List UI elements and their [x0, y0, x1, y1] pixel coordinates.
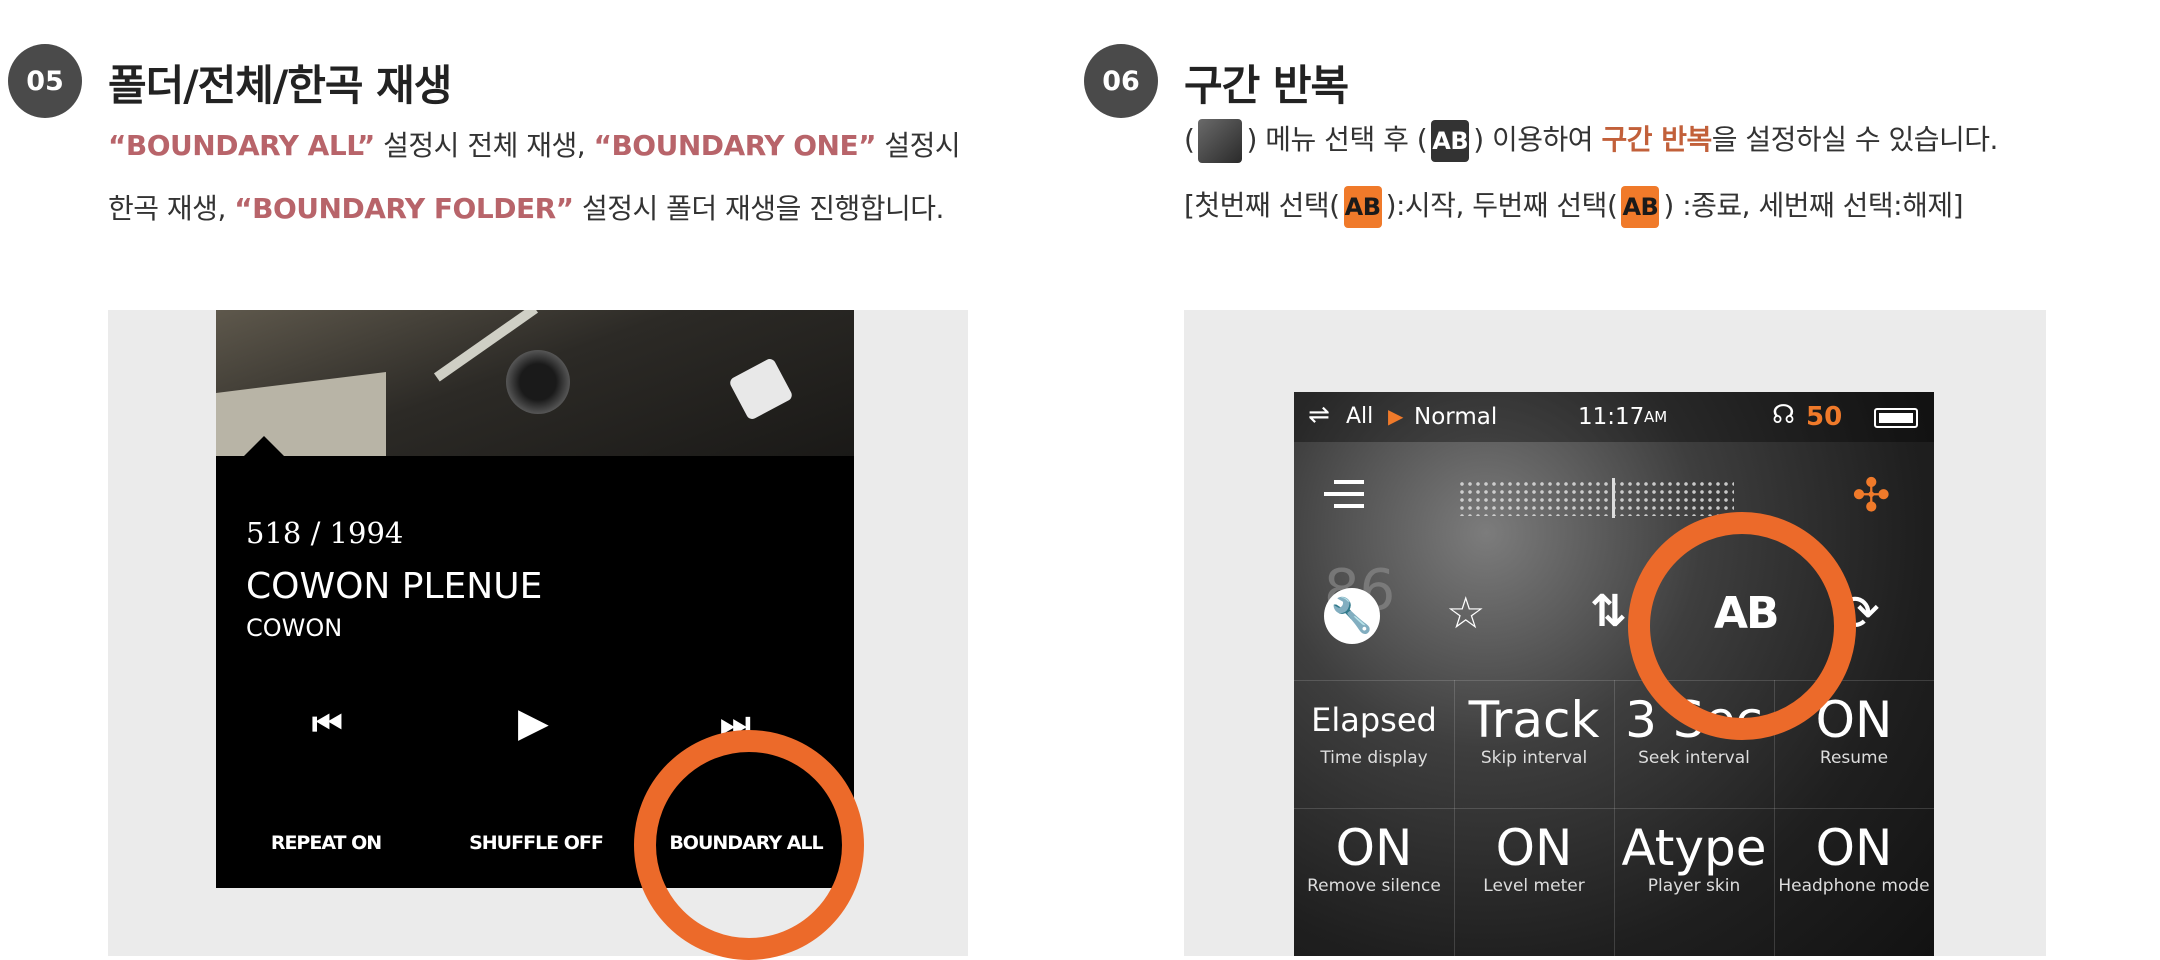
- setting-label: Remove silence: [1307, 876, 1441, 896]
- setting-value: ON: [1815, 819, 1893, 877]
- setting-headphone-mode[interactable]: ON Headphone mode: [1774, 820, 1934, 896]
- boundary-all-label: “BOUNDARY ALL”: [108, 129, 375, 162]
- favorite-star-icon[interactable]: ☆: [1446, 588, 1485, 639]
- headphone-icon: ☊: [1772, 400, 1796, 430]
- setting-remove-silence[interactable]: ON Remove silence: [1294, 820, 1454, 896]
- setting-label: Level meter: [1483, 876, 1585, 896]
- clock-ampm: AM: [1644, 408, 1668, 426]
- setting-value: Elapsed: [1311, 701, 1437, 739]
- level-meter-dots: [1458, 480, 1734, 516]
- settings-wrench-icon[interactable]: 🔧: [1324, 588, 1380, 644]
- menu-icon: [1198, 119, 1243, 163]
- section-05-desc-line1: “BOUNDARY ALL” 설정시 전체 재생, “BOUNDARY ONE”…: [108, 129, 961, 162]
- setting-value: ON: [1335, 819, 1413, 877]
- setting-label: Headphone mode: [1778, 876, 1930, 896]
- repeat-mode-icon: ⇌: [1308, 400, 1330, 430]
- equalizer-icon[interactable]: ⇅: [1590, 586, 1627, 637]
- setting-value: Atype: [1621, 819, 1767, 877]
- section-05-title: 폴더/전체/한곡 재생: [108, 61, 452, 110]
- clock-time: 11:17: [1578, 404, 1645, 430]
- setting-value: ON: [1495, 819, 1573, 877]
- section-repeat-label: 구간 반복: [1601, 123, 1712, 156]
- ab-repeat-highlight-circle: [1628, 512, 1856, 740]
- list-menu-icon[interactable]: [1324, 476, 1368, 516]
- repeat-mode-text: All: [1346, 404, 1374, 429]
- volume-level: 50: [1806, 402, 1843, 432]
- step-06-badge: 06: [1084, 44, 1158, 118]
- setting-label: Time display: [1320, 748, 1428, 768]
- photo-knob: [506, 350, 570, 414]
- boundary-folder-label: “BOUNDARY FOLDER”: [234, 192, 574, 225]
- setting-level-meter[interactable]: ON Level meter: [1454, 820, 1614, 896]
- section-06-title: 구간 반복: [1184, 61, 1349, 110]
- level-meter-divider: [1612, 478, 1615, 518]
- ab-end-icon: AB: [1621, 186, 1660, 228]
- album-photo: [216, 310, 854, 456]
- play-state-icon: ▶: [1388, 404, 1404, 428]
- setting-label: Resume: [1819, 748, 1889, 768]
- boundary-one-label: “BOUNDARY ONE”: [593, 129, 877, 162]
- step-05-badge: 05: [8, 44, 82, 118]
- play-mode-text: Normal: [1414, 404, 1498, 430]
- boundary-highlight-circle: [634, 730, 864, 960]
- setting-player-skin[interactable]: Atype Player skin: [1614, 820, 1774, 896]
- setting-label: Skip interval: [1480, 748, 1588, 768]
- ab-repeat-icon: AB: [1431, 120, 1470, 162]
- setting-label: Seek interval: [1638, 748, 1750, 768]
- menu-star-icon[interactable]: ✣: [1852, 468, 1891, 522]
- section-06-desc-line2: [첫번째 선택(AB):시작, 두번째 선택(AB) :종료, 세번째 선택:해…: [1184, 184, 1964, 228]
- setting-label: Player skin: [1647, 876, 1741, 896]
- repeat-button[interactable]: REPEAT ON: [246, 832, 406, 854]
- track-title: COWON PLENUE: [246, 566, 543, 607]
- setting-time-display[interactable]: Elapsed Time display: [1294, 692, 1454, 768]
- shuffle-button[interactable]: SHUFFLE OFF: [456, 832, 616, 854]
- play-icon[interactable]: ▶: [518, 700, 549, 746]
- setting-value: Track: [1468, 691, 1600, 749]
- track-count: 518 / 1994: [246, 516, 404, 550]
- ab-start-icon: AB: [1343, 186, 1382, 228]
- track-artist: COWON: [246, 614, 343, 642]
- section-06-desc-line1: () 메뉴 선택 후 (AB) 이용하여 구간 반복을 설정하실 수 있습니다.: [1184, 118, 1998, 163]
- section-05-desc-line2: 한곡 재생, “BOUNDARY FOLDER” 설정시 폴더 재생을 진행합니…: [108, 192, 944, 225]
- previous-icon[interactable]: ⏮: [312, 704, 343, 744]
- setting-skip-interval[interactable]: Track Skip interval: [1454, 692, 1614, 768]
- battery-icon: [1874, 408, 1918, 428]
- photo-button: [728, 356, 794, 422]
- pointer-notch: [242, 436, 286, 458]
